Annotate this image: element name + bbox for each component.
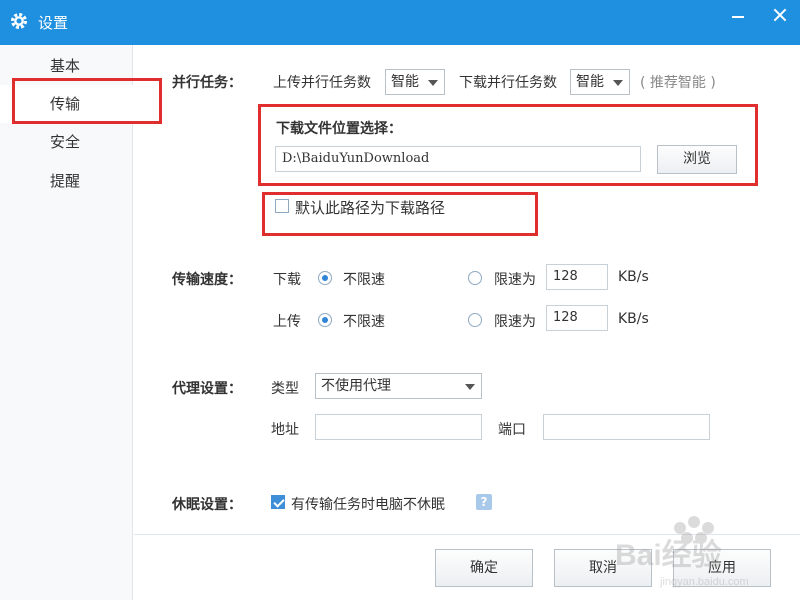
proxy-type-label: 类型 [271,381,299,397]
watermark-url: jingyan.baidu.com [659,576,749,588]
speed-upload-label: 上传 [273,314,301,330]
download-parallel-value: 智能 [576,74,604,90]
no-sleep-label: 有传输任务时电脑不休眠 [291,497,445,513]
gear-icon [10,12,28,30]
recommend-hint: ( 推荐智能 ) [640,75,716,91]
upload-limit-input[interactable]: 128 [546,305,608,331]
proxy-label: 代理设置： [172,381,242,397]
proxy-address-label: 地址 [271,422,299,438]
upload-limit-label: 限速为 [494,314,536,330]
upload-unit-label: KB/s [618,311,649,327]
speed-label: 传输速度： [172,272,242,288]
download-parallel-label: 下载并行任务数 [459,75,557,91]
proxy-port-input[interactable] [543,414,710,440]
baidu-jingyan-watermark: Bai经验 jingyan.baidu.com [615,516,749,588]
speed-download-label: 下载 [273,272,301,288]
highlight-box-transfer [12,78,162,124]
upload-parallel-value: 智能 [391,74,419,90]
window-title: 设置 [38,14,69,32]
help-icon[interactable]: ? [476,494,492,510]
watermark-brand: Bai经验 [615,538,722,572]
download-unlimited-label: 不限速 [343,272,385,288]
close-button[interactable] [760,0,800,30]
chevron-down-icon [465,384,475,390]
download-unit-label: KB/s [618,269,649,285]
title-bar: 设置 [0,0,800,45]
no-sleep-checkbox[interactable] [271,495,285,509]
upload-parallel-label: 上传并行任务数 [273,75,371,91]
upload-limit-radio[interactable] [468,313,482,327]
sleep-label: 休眠设置： [172,497,242,513]
default-path-checkbox[interactable] [275,199,289,213]
upload-unlimited-radio[interactable] [318,313,332,327]
minimize-button[interactable] [720,0,756,30]
upload-unlimited-label: 不限速 [343,314,385,330]
download-limit-radio[interactable] [468,271,482,285]
download-parallel-select[interactable]: 智能 [570,69,630,95]
sidebar-item-security[interactable]: 安全 [0,123,133,161]
parallel-tasks-label: 并行任务： [172,75,242,91]
default-path-label: 默认此路径为下载路径 [295,199,446,217]
download-path-input[interactable]: D:\BaiduYunDownload [275,146,641,172]
upload-parallel-select[interactable]: 智能 [385,69,445,95]
proxy-port-label: 端口 [498,422,526,438]
download-limit-label: 限速为 [494,272,536,288]
chevron-down-icon [613,80,623,86]
proxy-address-input[interactable] [315,414,482,440]
ok-button[interactable]: 确定 [435,549,533,587]
browse-button[interactable]: 浏览 [657,145,737,174]
chevron-down-icon [428,80,438,86]
settings-sidebar: 基本 传输 安全 提醒 [0,45,133,600]
download-unlimited-radio[interactable] [318,271,332,285]
proxy-type-value: 不使用代理 [321,378,391,394]
download-location-label: 下载文件位置选择： [276,121,402,137]
sidebar-item-reminder[interactable]: 提醒 [0,162,133,200]
download-limit-input[interactable]: 128 [546,264,608,290]
proxy-type-select[interactable]: 不使用代理 [315,373,482,399]
